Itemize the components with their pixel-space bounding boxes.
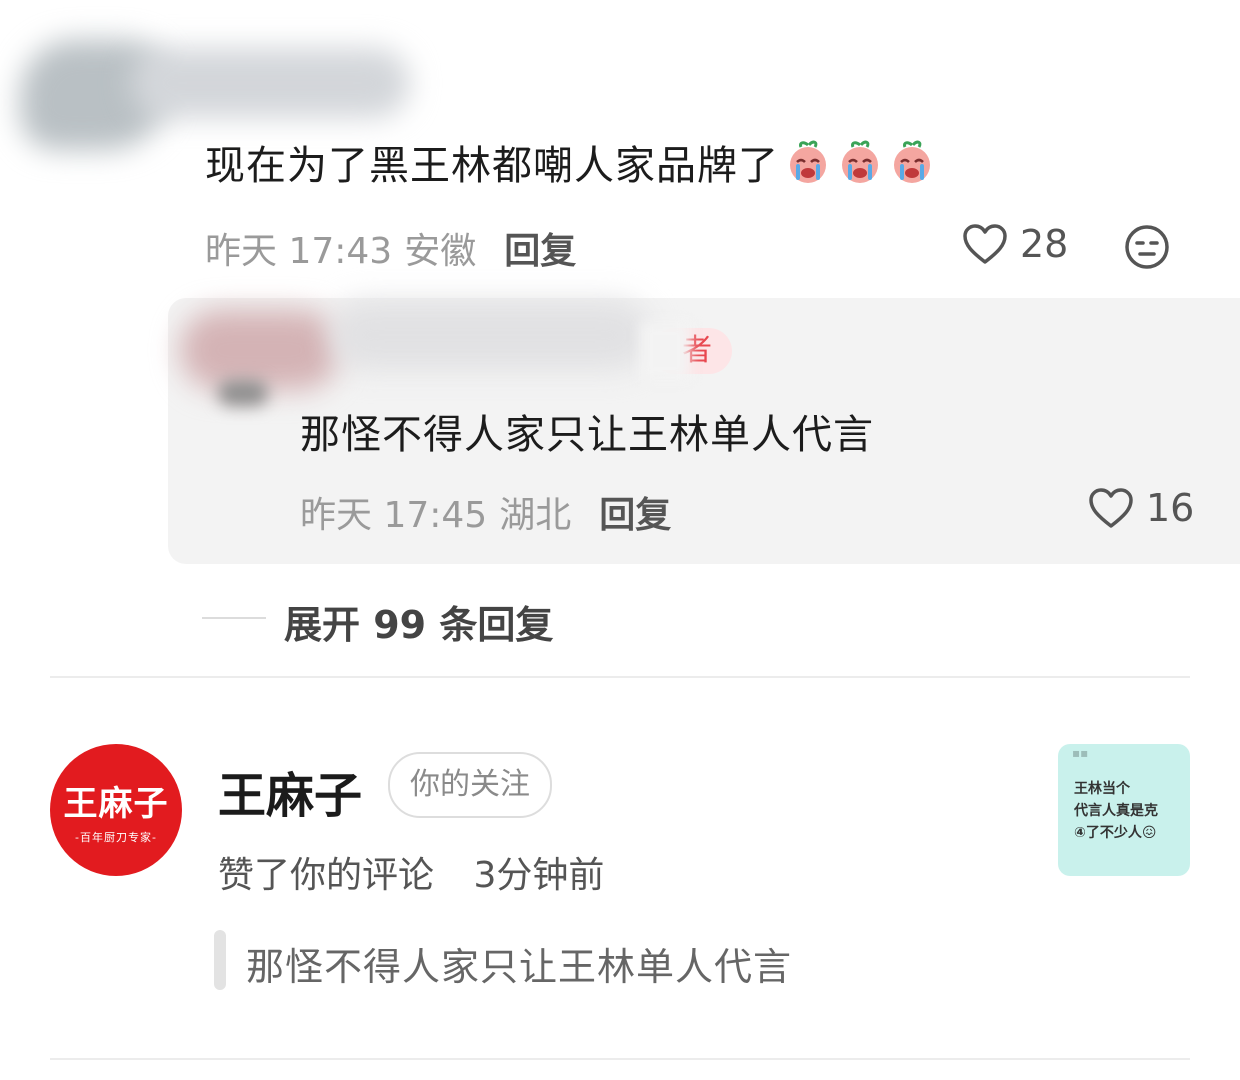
quoted-comment[interactable]: 那怪不得人家只让王林单人代言 bbox=[246, 936, 792, 991]
avatar-brand-name: 王麻子 bbox=[63, 783, 169, 824]
crying-emoji-icon bbox=[889, 139, 935, 185]
notification-username[interactable]: 王麻子 bbox=[218, 756, 362, 826]
post-thumbnail[interactable]: ▪▪ 王林当个 代言人真是克 ④了不少人😖 bbox=[1058, 744, 1190, 876]
comment-reply-button[interactable]: 回复 bbox=[504, 222, 576, 274]
comment-screen: 现在为了黑王林都嘲人家品牌了 昨天 17:43 安徽 回复 28 者 那怪不得人… bbox=[0, 0, 1240, 1080]
crying-emoji-icon bbox=[785, 139, 831, 185]
sub-reply-reply-button[interactable]: 回复 bbox=[599, 486, 671, 538]
heart-icon bbox=[1089, 488, 1133, 528]
comment-meta: 昨天 17:43 安徽 回复 bbox=[205, 222, 576, 274]
comment-text: 现在为了黑王林都嘲人家品牌了 bbox=[205, 143, 779, 189]
sub-reply-like-button[interactable]: 16 bbox=[1088, 486, 1194, 530]
comment-like-button[interactable]: 28 bbox=[962, 222, 1068, 266]
section-divider bbox=[50, 676, 1190, 678]
sub-reply-location: 湖北 bbox=[499, 495, 572, 536]
notification-action-text: 赞了你的评论 bbox=[218, 855, 435, 896]
blurred-reply-avatar-detail bbox=[218, 380, 268, 406]
sub-reply-time: 昨天 17:45 bbox=[300, 495, 488, 536]
sub-reply-meta: 昨天 17:45 湖北 回复 bbox=[300, 486, 671, 538]
comment-location: 安徽 bbox=[404, 231, 477, 272]
heart-icon bbox=[963, 224, 1007, 264]
follow-status-badge: 你的关注 bbox=[388, 752, 552, 818]
notification-time: 3分钟前 bbox=[473, 855, 605, 896]
dislike-face-icon[interactable] bbox=[1124, 224, 1170, 270]
comment-like-count: 28 bbox=[1020, 222, 1069, 266]
thumbnail-dots-icon: ▪▪ bbox=[1072, 746, 1089, 760]
avatar-brand-slogan: -百年厨刀专家- bbox=[75, 830, 157, 844]
blurred-username[interactable] bbox=[130, 48, 410, 118]
thumbnail-caption: 王林当个 代言人真是克 ④了不少人😖 bbox=[1074, 778, 1180, 844]
avatar[interactable]: 王麻子 -百年厨刀专家- bbox=[50, 744, 182, 876]
quote-bar bbox=[214, 930, 226, 990]
thumbnail-line: 代言人真是克 bbox=[1074, 803, 1158, 819]
blurred-reply-avatar[interactable] bbox=[180, 310, 340, 390]
thumbnail-line: ④了不少人😖 bbox=[1074, 825, 1157, 841]
comment-body: 现在为了黑王林都嘲人家品牌了 bbox=[205, 133, 935, 191]
notification-action: 赞了你的评论 3分钟前 bbox=[218, 846, 604, 898]
expand-divider bbox=[202, 617, 266, 619]
section-divider bbox=[50, 1058, 1190, 1060]
sub-reply-like-count: 16 bbox=[1146, 486, 1195, 530]
sub-reply-text: 那怪不得人家只让王林单人代言 bbox=[300, 412, 874, 458]
crying-emoji-icon bbox=[837, 139, 883, 185]
thumbnail-line: 王林当个 bbox=[1074, 781, 1130, 797]
blurred-reply-username[interactable] bbox=[330, 300, 650, 370]
author-tag-blur bbox=[640, 322, 690, 380]
expand-replies-button[interactable]: 展开 99 条回复 bbox=[284, 594, 553, 649]
comment-time: 昨天 17:43 bbox=[205, 231, 393, 272]
